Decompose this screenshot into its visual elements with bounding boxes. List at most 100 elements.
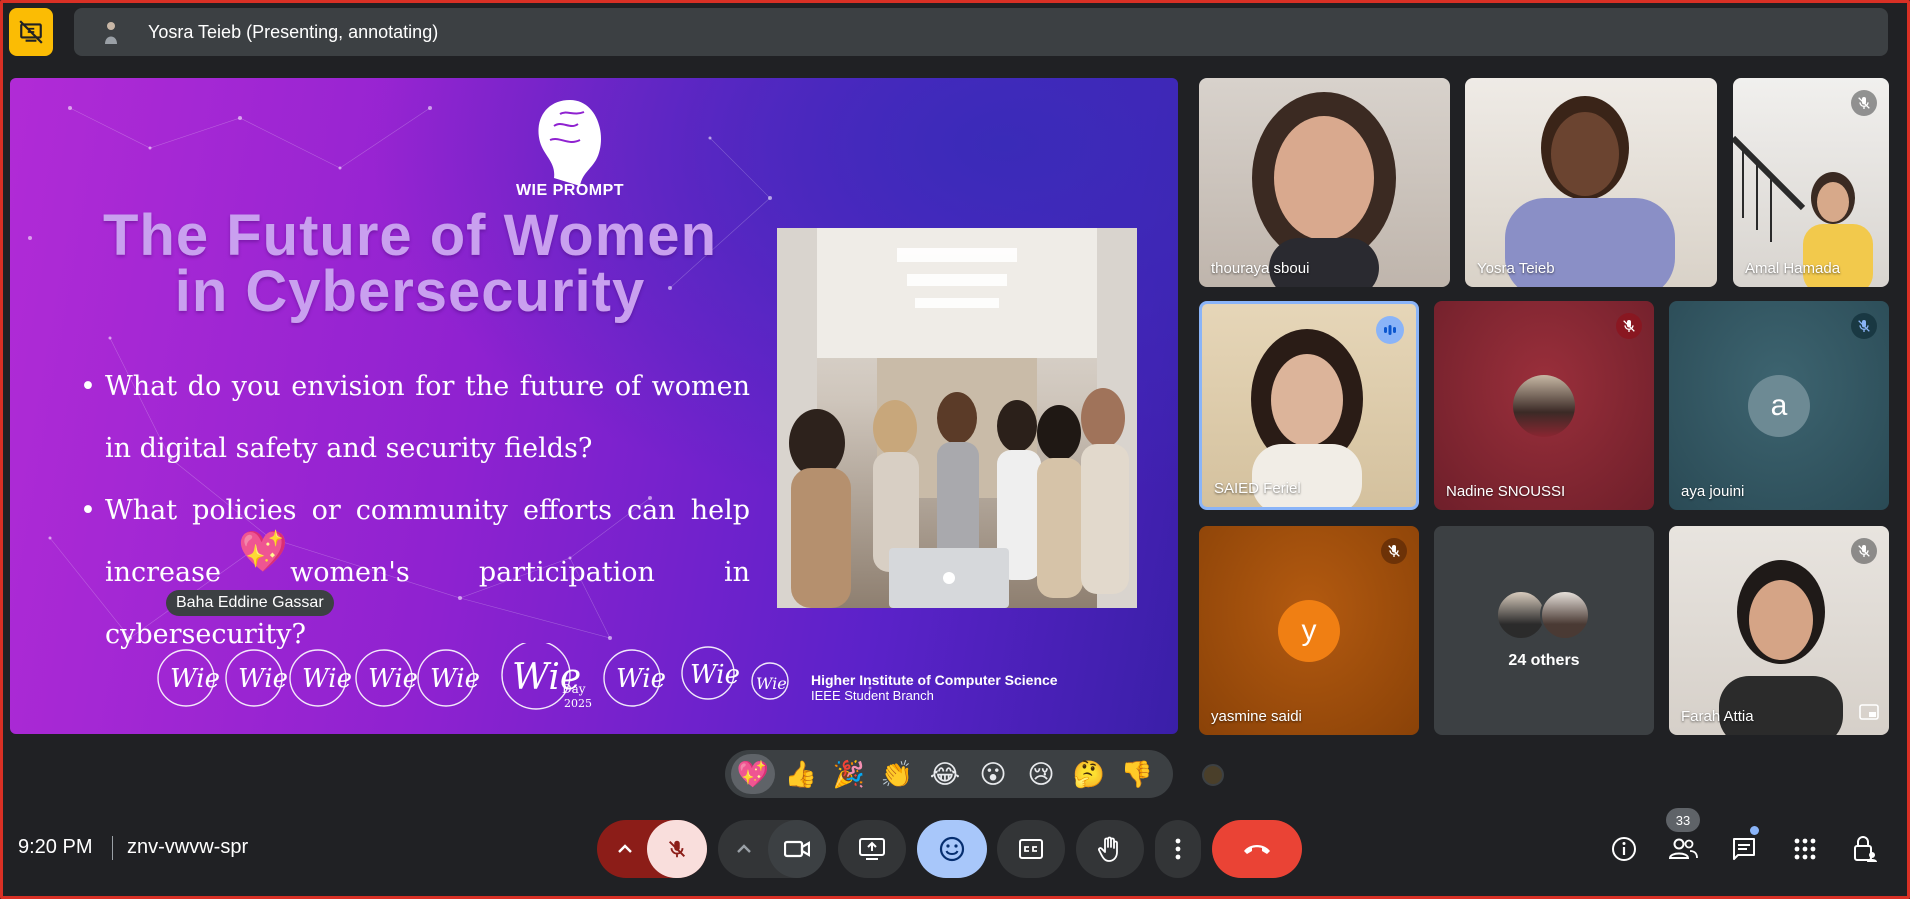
presented-slide: WIE PROMPT The Future of Women in Cybers… <box>10 78 1178 734</box>
others-tile[interactable]: 24 others <box>1434 526 1654 735</box>
participant-tile[interactable]: Amal Hamada <box>1733 78 1889 287</box>
activities-button[interactable] <box>1782 826 1828 872</box>
participant-name: Nadine SNOUSSI <box>1446 483 1566 500</box>
meeting-details-button[interactable] <box>1601 826 1647 872</box>
participant-tile[interactable]: Nadine SNOUSSI <box>1434 301 1654 510</box>
svg-text:Wie: Wie <box>756 674 787 693</box>
mic-off-icon <box>1381 538 1407 564</box>
participant-tile[interactable]: y yasmine saidi <box>1199 526 1419 735</box>
camera-options-button[interactable] <box>718 820 770 878</box>
participant-avatar: y <box>1278 600 1340 662</box>
others-avatars <box>1496 590 1596 642</box>
picture-in-picture-icon[interactable] <box>1859 704 1879 725</box>
reaction-thumbs-down[interactable]: 👎 <box>1115 754 1159 794</box>
mic-off-icon <box>1851 90 1877 116</box>
mic-options-button[interactable] <box>597 820 653 878</box>
reaction-sparkling-heart[interactable]: 💖 <box>731 754 775 794</box>
participant-tile[interactable]: thouraya sboui <box>1199 78 1450 287</box>
event-day-text: Day <box>562 682 586 696</box>
mic-control-group <box>597 820 707 878</box>
participant-name: yasmine saidi <box>1211 708 1302 725</box>
slide-title-line1: The Future of Women <box>102 203 717 268</box>
smiley-face-icon <box>939 836 965 862</box>
reaction-tears-of-joy[interactable]: 😂 <box>923 754 967 794</box>
participant-name: SAIED Feriel <box>1214 480 1301 497</box>
people-icon <box>1668 838 1698 859</box>
participant-name: thouraya sboui <box>1211 260 1310 277</box>
school-name: Higher Institute of Computer Science <box>811 672 1058 688</box>
mic-off-icon <box>1851 313 1877 339</box>
chevron-up-icon <box>618 844 632 853</box>
participant-avatar <box>1496 590 1546 640</box>
chat-button[interactable] <box>1721 826 1767 872</box>
mic-off-icon <box>668 840 686 858</box>
slide-title: The Future of Women in Cybersecurity <box>50 203 770 324</box>
presenter-banner: Yosra Teieb (Presenting, annotating) <box>74 8 1888 56</box>
school-branch: IEEE Student Branch <box>811 688 934 703</box>
svg-text:Wie: Wie <box>170 664 220 694</box>
svg-text:Wie: Wie <box>430 664 480 694</box>
participant-video <box>1252 92 1396 287</box>
mic-off-icon <box>1616 313 1642 339</box>
captions-button[interactable] <box>997 820 1065 878</box>
participant-name: Yosra Teieb <box>1477 260 1555 277</box>
participant-name: Farah Attia <box>1681 708 1754 725</box>
reaction-crying[interactable]: 😢 <box>1019 754 1063 794</box>
reaction-party-popper[interactable]: 🎉 <box>827 754 871 794</box>
more-options-button[interactable] <box>1155 820 1201 878</box>
leave-call-button[interactable] <box>1212 820 1302 878</box>
skin-tone-selector[interactable] <box>1202 764 1224 786</box>
participant-name: aya jouini <box>1681 483 1745 500</box>
slide-bullet-list: What do you envision for the future of w… <box>80 356 750 666</box>
participant-video <box>1505 96 1675 287</box>
slide-bullet: What policies or community efforts can h… <box>80 480 750 666</box>
meeting-time: 9:20 PM <box>18 836 93 858</box>
mic-toggle-button[interactable] <box>647 820 707 878</box>
raise-hand-icon <box>1098 836 1118 862</box>
chat-icon <box>1733 838 1755 860</box>
svg-text:Wie: Wie <box>238 664 288 694</box>
others-count-label: 24 others <box>1508 652 1580 669</box>
participant-avatar <box>1513 375 1575 437</box>
reactions-bar: 💖 👍 🎉 👏 😂 😮 😢 🤔 👎 <box>725 750 1173 798</box>
stop-presenting-button[interactable] <box>9 8 53 56</box>
speaking-indicator-icon <box>1376 316 1404 344</box>
unread-chat-dot <box>1750 826 1759 835</box>
apps-grid-icon <box>1794 838 1816 860</box>
svg-text:Wie: Wie <box>616 664 666 694</box>
raise-hand-button[interactable] <box>1076 820 1144 878</box>
video-camera-icon <box>784 840 810 858</box>
participant-tile-active-speaker[interactable]: SAIED Feriel <box>1199 301 1419 510</box>
participant-avatar <box>1540 590 1590 640</box>
reaction-thumbs-up[interactable]: 👍 <box>779 754 823 794</box>
svg-text:Wie: Wie <box>368 664 418 694</box>
participant-name: Amal Hamada <box>1745 260 1841 277</box>
svg-text:Wie: Wie <box>302 664 352 694</box>
slide-title-line2: in Cybersecurity <box>174 259 646 324</box>
wie-prompt-logo-text: WIE PROMPT <box>515 182 625 199</box>
present-to-all-icon <box>859 838 885 860</box>
slide-bullet: What do you envision for the future of w… <box>80 356 750 480</box>
camera-toggle-button[interactable] <box>768 820 826 878</box>
participant-tile[interactable]: Yosra Teieb <box>1465 78 1717 287</box>
presenter-banner-text: Yosra Teieb (Presenting, annotating) <box>148 21 439 42</box>
reaction-clapping[interactable]: 👏 <box>875 754 919 794</box>
sparkling-heart-reaction: 💖 <box>238 530 288 574</box>
reaction-thinking[interactable]: 🤔 <box>1067 754 1111 794</box>
reaction-surprised[interactable]: 😮 <box>971 754 1015 794</box>
camera-control-group <box>718 820 826 878</box>
people-button[interactable] <box>1660 826 1706 872</box>
participant-tile[interactable]: Farah Attia <box>1669 526 1889 735</box>
info-icon <box>1612 837 1636 861</box>
participant-tile[interactable]: a aya jouini <box>1669 301 1889 510</box>
mic-off-icon <box>1851 538 1877 564</box>
divider <box>112 836 113 860</box>
slide-photo-women-meeting <box>777 228 1137 608</box>
call-end-icon <box>1244 845 1270 854</box>
host-controls-button[interactable] <box>1842 826 1888 872</box>
send-reaction-button[interactable] <box>917 820 987 878</box>
present-screen-button[interactable] <box>838 820 906 878</box>
chevron-up-icon <box>737 844 751 853</box>
participant-avatar: a <box>1748 375 1810 437</box>
annotation-author-label: Baha Eddine Gassar <box>166 590 334 616</box>
